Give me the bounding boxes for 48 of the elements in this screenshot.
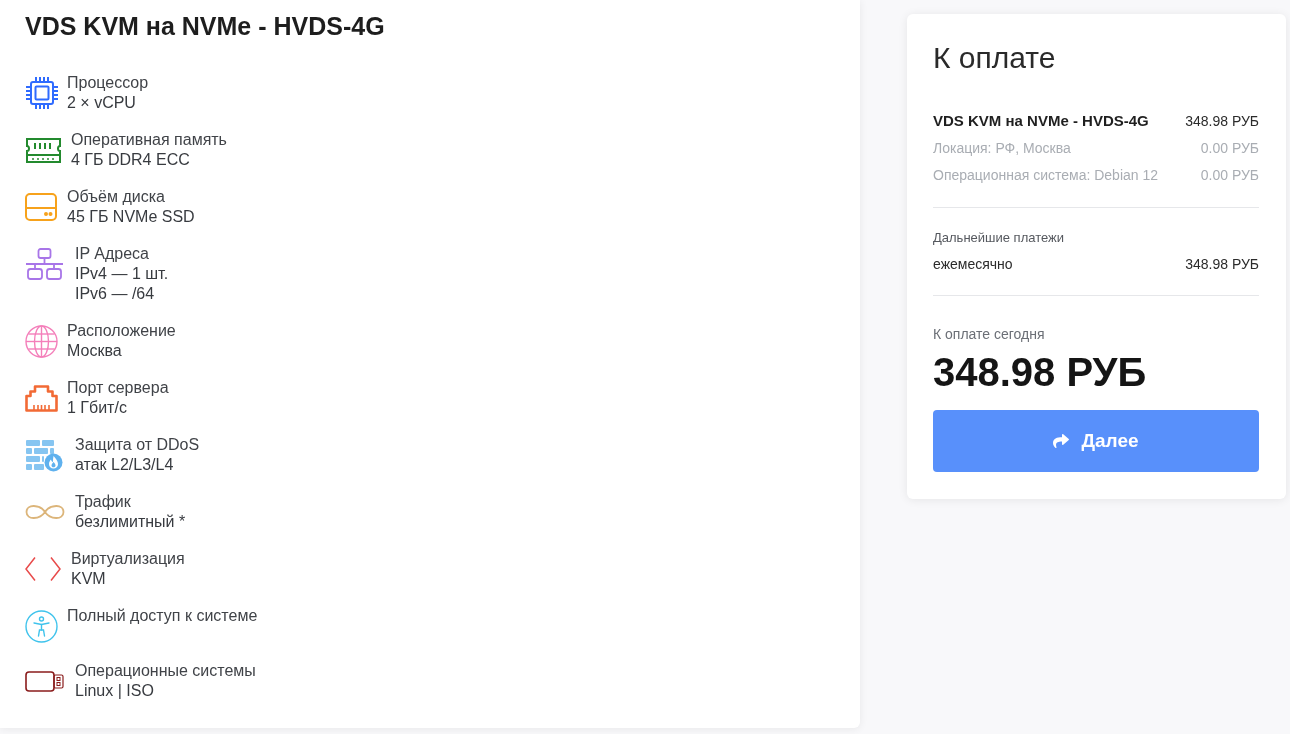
hard-drive-icon <box>25 193 57 221</box>
feature-value: 4 ГБ DDR4 ECC <box>71 150 190 170</box>
accessibility-icon <box>25 609 58 643</box>
feature-label: IP Адреса <box>75 244 149 264</box>
memory-module-icon <box>25 137 62 163</box>
feature-value: 45 ГБ NVMe SSD <box>67 207 195 227</box>
feature-label: Порт сервера <box>67 378 169 398</box>
feature-label: Оперативная память <box>71 130 227 150</box>
feature-value: 2 × vCPU <box>67 93 136 113</box>
feature-value: IPv4 — 1 шт. <box>75 264 169 284</box>
next-button[interactable]: Далее <box>933 410 1259 472</box>
feature-value: KVM <box>71 569 106 589</box>
share-arrow-icon <box>1053 433 1070 449</box>
feature-value: 1 Гбит/с <box>67 398 127 418</box>
product-title: VDS KVM на NVMe - HVDS-4G <box>25 11 385 42</box>
firewall-icon <box>25 438 63 472</box>
chip-icon <box>25 76 59 110</box>
globe-icon <box>25 324 58 358</box>
order-item-label: Локация: РФ, Москва <box>933 139 1071 156</box>
due-today-label: К оплате сегодня <box>933 325 1045 343</box>
order-item-label: Операционная система: Debian 12 <box>933 166 1159 183</box>
feature-label: Операционные системы <box>75 661 256 681</box>
feature-value: Москва <box>67 341 122 361</box>
usb-drive-icon <box>25 670 65 692</box>
feature-label: Трафик <box>75 492 131 512</box>
feature-label: Процессор <box>67 73 149 93</box>
code-brackets-icon <box>25 556 61 582</box>
feature-value: атак L2/L3/L4 <box>75 455 174 475</box>
feature-label: Защита от DDoS <box>75 435 200 455</box>
order-item-price: 0.00 РУБ <box>1200 139 1259 156</box>
order-item-price: 348.98 РУБ <box>1185 112 1259 129</box>
ethernet-port-icon <box>25 384 58 412</box>
total-amount: 348.98 РУБ <box>933 349 1147 396</box>
billing-period: ежемесячно <box>933 255 1013 272</box>
feature-label: Виртуализация <box>71 549 185 569</box>
order-item-label: VDS KVM на NVMe - HVDS-4G <box>933 112 1149 129</box>
infinity-icon <box>25 502 65 522</box>
recurring-price: 348.98 РУБ <box>1185 255 1259 272</box>
order-item-price: 0.00 РУБ <box>1200 166 1259 183</box>
feature-label: Объём диска <box>67 187 165 207</box>
payment-title: К оплате <box>933 40 1056 76</box>
feature-value: безлимитный * <box>75 512 186 532</box>
feature-label: Расположение <box>67 321 176 341</box>
network-icon <box>25 248 64 280</box>
recurring-heading: Дальнейшие платежи <box>933 229 1064 247</box>
feature-value: Linux | ISO <box>75 681 154 701</box>
feature-value: IPv6 — /64 <box>75 284 155 304</box>
feature-label: Полный доступ к системе <box>67 606 258 626</box>
